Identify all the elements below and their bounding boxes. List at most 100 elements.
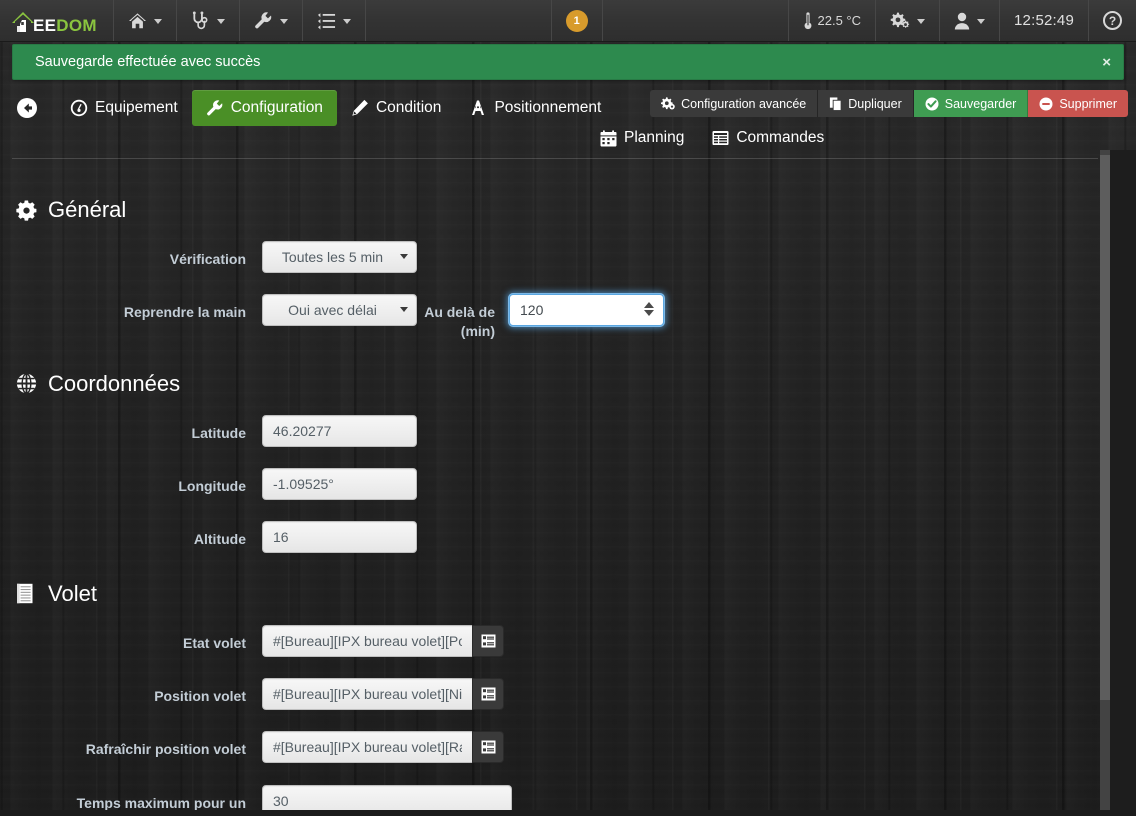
altitude-input[interactable] (262, 520, 417, 553)
tab-configuration[interactable]: Configuration (191, 90, 337, 126)
tab-group: Equipement Configuration Condition Posit… (14, 90, 615, 126)
table-icon (712, 130, 729, 146)
field-row-position-volet: Position volet (0, 677, 1100, 710)
health-menu[interactable] (177, 0, 240, 41)
configuration-avancee-button[interactable]: Configuration avancée (650, 90, 819, 117)
chevron-down-icon (977, 19, 986, 24)
field-row-longitude: Longitude (0, 467, 1100, 500)
field-row-altitude: Altitude (0, 520, 1100, 553)
tab-planning-label: Planning (624, 129, 685, 146)
section-general-header: Général (0, 197, 1100, 223)
home-icon (128, 12, 147, 30)
field-row-reprendre: Reprendre la main Oui avec délai Au delà… (0, 294, 1100, 341)
globe-icon (15, 373, 37, 395)
tab-configuration-label: Configuration (230, 99, 323, 116)
number-spinner[interactable] (644, 302, 654, 316)
supprimer-button[interactable]: Supprimer (1028, 90, 1128, 117)
tab-condition[interactable]: Condition (337, 90, 456, 126)
calendar-icon (600, 129, 617, 147)
navbar-spacer-right (603, 0, 789, 41)
list-alt-icon (481, 740, 496, 754)
close-icon[interactable]: × (1102, 55, 1123, 70)
reprendre-select[interactable]: Oui avec délai (262, 294, 417, 326)
tab-commandes[interactable]: Commandes (698, 120, 838, 156)
position-volet-picker-button[interactable] (472, 677, 504, 710)
minus-circle-icon (1039, 97, 1053, 111)
field-row-etat-volet: Etat volet (0, 624, 1100, 657)
position-volet-label: Position volet (154, 687, 246, 704)
tab-commandes-label: Commandes (736, 129, 825, 146)
reprendre-select-wrapper: Oui avec délai (262, 294, 417, 326)
home-menu[interactable] (114, 0, 177, 41)
verification-select[interactable]: Toutes les 5 min (262, 241, 417, 273)
vertical-scrollbar-thumb[interactable] (1100, 155, 1110, 700)
right-gutter (1110, 150, 1136, 816)
notification-badge-cell[interactable]: 1 (552, 0, 603, 41)
verification-select-wrapper: Toutes les 5 min (262, 241, 417, 273)
sauvegarder-button[interactable]: Sauvegarder (913, 90, 1029, 117)
section-volet-header: Volet (0, 581, 1100, 607)
dupliquer-button[interactable]: Dupliquer (818, 90, 914, 117)
temperature-display[interactable]: 22.5 °C (789, 0, 877, 41)
help-button[interactable]: ? (1089, 0, 1136, 41)
pencil-icon (351, 99, 369, 117)
rafraichir-volet-input[interactable] (262, 730, 472, 763)
field-row-latitude: Latitude (0, 414, 1100, 447)
bottom-strip (0, 810, 1136, 816)
user-menu[interactable] (940, 0, 1001, 41)
alert-message: Sauvegarde effectuée avec succès (35, 54, 261, 70)
wrench-icon (254, 11, 273, 30)
jeedom-logo[interactable]: EEDOM (0, 0, 114, 41)
longitude-input[interactable] (262, 467, 417, 500)
etat-volet-label: Etat volet (182, 634, 246, 651)
etat-volet-input-group (262, 624, 504, 657)
chevron-down-icon (917, 19, 926, 24)
field-row-rafraichir-volet: Rafraîchir position volet (0, 730, 1100, 763)
supprimer-label: Supprimer (1059, 96, 1117, 111)
au-dela-input-wrapper (509, 294, 664, 326)
temperature-value: 22.5 °C (817, 13, 862, 28)
user-icon (954, 12, 970, 30)
tab-planning[interactable]: Planning (586, 120, 698, 156)
tab-condition-label: Condition (375, 99, 442, 116)
sauvegarder-label: Sauvegarder (944, 96, 1017, 111)
gears-icon (661, 97, 675, 110)
spinner-down-icon[interactable] (644, 310, 654, 316)
rafraichir-volet-label: Rafraîchir position volet (85, 740, 246, 757)
position-volet-input[interactable] (262, 677, 472, 710)
gear-icon (15, 199, 37, 221)
dashboard-icon (70, 99, 88, 117)
rafraichir-volet-picker-button[interactable] (472, 730, 504, 763)
position-volet-input-group (262, 677, 504, 710)
au-dela-input[interactable] (509, 294, 664, 326)
altitude-label: Altitude (193, 530, 246, 547)
back-button[interactable] (14, 95, 40, 121)
list-menu[interactable] (303, 0, 366, 41)
tools-menu[interactable] (240, 0, 303, 41)
settings-menu[interactable] (876, 0, 941, 41)
field-row-verification: Vérification Toutes les 5 min (0, 241, 1100, 273)
action-button-group: Configuration avancée Dupliquer Sauvegar… (650, 90, 1128, 117)
notification-badge: 1 (565, 9, 588, 32)
list-alt-icon (481, 687, 496, 701)
check-circle-icon (925, 97, 939, 111)
wrench-icon (206, 99, 224, 117)
spinner-up-icon[interactable] (644, 302, 654, 308)
section-volet-title: Volet (48, 580, 97, 606)
etat-volet-picker-button[interactable] (472, 624, 504, 657)
chevron-down-icon (279, 19, 288, 24)
tab-equipement[interactable]: Equipement (56, 90, 192, 126)
latitude-input[interactable] (262, 414, 417, 447)
tab-positionnement-label: Positionnement (494, 99, 602, 116)
thermometer-icon (803, 11, 813, 30)
brand-dom: DOM (56, 16, 97, 35)
etat-volet-input[interactable] (262, 624, 472, 657)
sliders-icon (469, 99, 487, 117)
gears-icon (890, 12, 910, 30)
dupliquer-label: Dupliquer (848, 96, 902, 111)
list-icon (317, 12, 336, 30)
configuration-form: Général Vérification Toutes les 5 min Re… (0, 159, 1100, 816)
copy-icon (829, 96, 842, 111)
tab-group-secondary: Planning Commandes (586, 120, 838, 156)
clock-display: 12:52:49 (1000, 0, 1090, 41)
